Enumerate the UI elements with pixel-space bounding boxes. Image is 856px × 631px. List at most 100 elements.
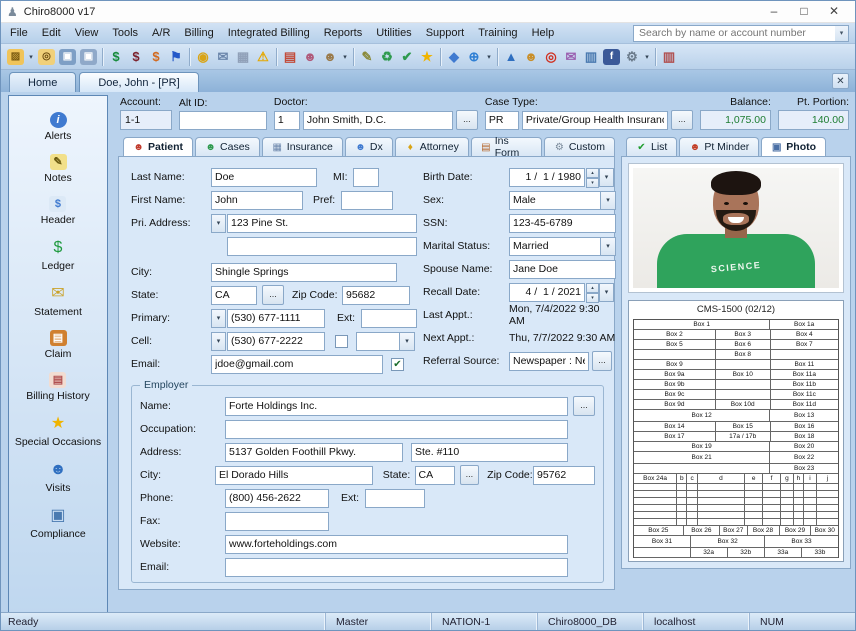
recycle-icon[interactable]: ♻ [377,47,397,67]
email-checkbox[interactable]: ✔ [391,358,404,371]
tab-patient[interactable]: ☻Patient [123,137,193,156]
case-code-input[interactable] [485,111,519,130]
employer-zip-input[interactable] [533,466,595,485]
employer-name-input[interactable] [225,397,568,416]
add-dropdown-icon[interactable]: ▾ [484,53,494,61]
save-all-icon[interactable]: ▣ [80,49,97,65]
menu-tools[interactable]: Tools [105,24,145,42]
minimize-button[interactable]: – [759,2,789,21]
tools-dropdown-icon[interactable]: ▾ [642,53,652,61]
doctor-name-input[interactable] [303,111,453,130]
database-icon[interactable]: ▥ [659,47,679,67]
spouse-input[interactable] [509,260,616,279]
file-cabinet-icon[interactable]: ▦ [233,47,253,67]
employer-email-input[interactable] [225,558,568,577]
tab-patient-doe-john[interactable]: Doe, John - [PR] [79,72,198,92]
tab-home[interactable]: Home [9,72,76,92]
sidebar-item-alerts[interactable]: iAlerts [45,112,72,142]
reports-chart-icon[interactable]: ▲ [501,47,521,67]
alt-id-input[interactable] [179,111,267,130]
sidebar-item-billing-history[interactable]: ▤Billing History [26,372,90,402]
edit-pencil-icon[interactable]: ✎ [357,47,377,67]
sidebar-item-ledger[interactable]: $Ledger [42,238,75,272]
sidebar-item-visits[interactable]: ☻Visits [46,460,71,494]
doctor-browse-button[interactable]: ... [456,110,478,130]
close-button[interactable]: ✕ [819,2,849,21]
cell-input[interactable] [227,332,325,351]
address-input[interactable] [227,214,417,233]
patient-card-icon[interactable]: ☻ [320,47,340,67]
state-browse-button[interactable]: ... [262,285,284,305]
payment-dollar-icon[interactable]: $ [106,47,126,67]
email-input[interactable] [211,355,383,374]
tab-list[interactable]: ✔List [626,137,677,156]
tab-dx[interactable]: ☻Dx [345,137,393,156]
charges-dollar-icon[interactable]: $ [126,47,146,67]
sidebar-item-notes[interactable]: ✎Notes [44,154,71,184]
marketing-target-icon[interactable]: ◎ [541,47,561,67]
birth-date-input[interactable] [509,168,585,187]
occupation-input[interactable] [225,420,568,439]
employer-state-browse-button[interactable]: ... [460,465,480,485]
phone-type-dropdown-icon[interactable]: ▾ [400,332,415,351]
menu-support[interactable]: Support [419,24,472,42]
tools-gear-icon[interactable]: ⚙ [622,47,642,67]
menu-a-r[interactable]: A/R [145,24,177,42]
employer-ext-input[interactable] [365,489,425,508]
menu-integrated-billing[interactable]: Integrated Billing [221,24,317,42]
ssn-input[interactable] [509,214,616,233]
last-name-input[interactable] [211,168,317,187]
alert-warning-icon[interactable]: ⚠ [253,47,273,67]
first-name-input[interactable] [211,191,303,210]
calendar-icon[interactable]: ▤ [280,47,300,67]
statement-dollar-icon[interactable]: $ [146,47,166,67]
employer-city-input[interactable] [215,466,373,485]
patients-icon[interactable]: ☻ [300,47,320,67]
tab-cases[interactable]: ☻Cases [195,137,260,156]
menu-training[interactable]: Training [471,24,524,42]
menu-view[interactable]: View [68,24,106,42]
sidebar-item-claim[interactable]: ▤Claim [45,330,72,360]
menu-file[interactable]: File [3,24,35,42]
tab-photo[interactable]: ▣Photo [761,137,826,156]
tab-pt-minder[interactable]: ☻Pt Minder [679,137,759,156]
case-desc-input[interactable] [522,111,668,130]
employer-address-input[interactable] [225,443,403,462]
city-input[interactable] [211,263,397,282]
sidebar-item-header[interactable]: $Header [41,196,75,226]
mi-input[interactable] [353,168,379,187]
recall-date-spinner[interactable]: ▴▾ [586,283,599,302]
marital-select[interactable] [509,237,601,256]
find-folder-icon[interactable]: ◎ [38,49,55,65]
coin-icon[interactable]: ◉ [193,47,213,67]
pref-input[interactable] [341,191,393,210]
system-window-icon[interactable]: ▥ [581,47,601,67]
referral-browse-button[interactable]: ... [592,351,612,371]
tab-close-icon[interactable]: ✕ [832,73,849,89]
open-folder-dropdown-icon[interactable]: ▾ [26,53,36,61]
verify-check-icon[interactable]: ✔ [397,47,417,67]
menu-utilities[interactable]: Utilities [369,24,418,42]
mail-merge-icon[interactable]: ✉ [561,47,581,67]
birth-date-spinner[interactable]: ▴▾ [586,168,599,187]
add-plus-icon[interactable]: ⊕ [464,47,484,67]
search-dropdown-icon[interactable]: ▾ [835,26,848,41]
zip-input[interactable] [342,286,410,305]
recall-date-input[interactable] [509,283,585,302]
state-input[interactable] [211,286,257,305]
sidebar-item-compliance[interactable]: ▣Compliance [30,506,85,540]
cms-1500-preview[interactable]: CMS-1500 (02/12) Box 1Box 1aBox 2Box 3Bo… [628,300,844,562]
address2-input[interactable] [227,237,417,256]
tab-attorney[interactable]: ♦Attorney [395,137,469,156]
collections-icon[interactable]: ☻ [521,47,541,67]
tab-ins-form[interactable]: ▤Ins Form [471,137,542,156]
employer-suite-input[interactable] [411,443,568,462]
maximize-button[interactable]: □ [789,2,819,21]
patient-dropdown-icon[interactable]: ▾ [340,53,350,61]
address-dropdown-icon[interactable]: ▾ [211,214,226,233]
blocks-icon[interactable]: ◆ [444,47,464,67]
employer-browse-button[interactable]: ... [573,396,595,416]
primary-phone-input[interactable] [227,309,325,328]
primary-phone-dropdown-icon[interactable]: ▾ [211,309,226,328]
tab-insurance[interactable]: ▦Insurance [262,137,343,156]
